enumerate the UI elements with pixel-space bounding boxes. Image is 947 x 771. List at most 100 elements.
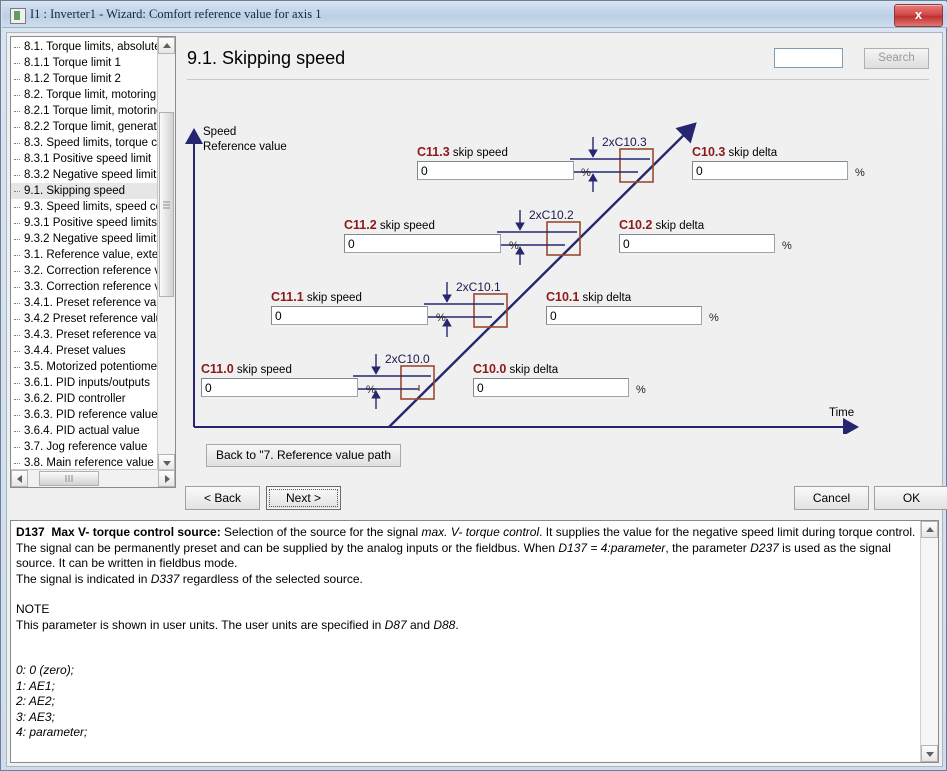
label-c11-0: C11.0 skip speed: [201, 362, 361, 376]
back-button[interactable]: < Back: [185, 486, 260, 510]
help-vertical-scrollbar[interactable]: [920, 521, 938, 762]
help-text-panel[interactable]: D137 Max V- torque control source: Selec…: [10, 520, 939, 763]
cancel-button[interactable]: Cancel: [794, 486, 869, 510]
sidebar-item-6[interactable]: 8.3. Speed limits, torque con: [11, 135, 159, 151]
back-to-reference-path-button[interactable]: Back to "7. Reference value path: [206, 444, 402, 467]
input-c10-2-wrapper[interactable]: [619, 234, 775, 253]
field-group-c10-0: C10.0 skip delta: [473, 362, 653, 397]
sidebar-item-18[interactable]: 3.4.3. Preset reference value: [11, 327, 159, 343]
sidebar-item-7[interactable]: 8.3.1 Positive speed limit: [11, 151, 159, 167]
sidebar-item-label: 8.1.1 Torque limit 1: [24, 57, 121, 69]
annotation-2xc10-1: 2xC10.1: [456, 280, 501, 294]
sidebar-item-24[interactable]: 3.6.4. PID actual value: [11, 423, 159, 439]
sidebar-item-3[interactable]: 8.2. Torque limit, motoring / g: [11, 87, 159, 103]
sidebar-item-25[interactable]: 3.7. Jog reference value: [11, 439, 159, 455]
sidebar-item-16[interactable]: 3.4.1. Preset reference value: [11, 295, 159, 311]
annotation-2xc10-3: 2xC10.3: [602, 135, 647, 149]
sidebar-item-label: 3.1. Reference value, extern: [24, 249, 159, 261]
input-c11-3[interactable]: [418, 162, 573, 179]
input-c11-1[interactable]: [272, 307, 427, 324]
input-c11-1-wrapper[interactable]: [271, 306, 428, 325]
sidebar-item-2[interactable]: 8.1.2 Torque limit 2: [11, 71, 159, 87]
sidebar-item-label: 3.6.2. PID controller: [24, 393, 126, 405]
search-input[interactable]: [775, 49, 842, 67]
sidebar-item-15[interactable]: 3.3. Correction reference val: [11, 279, 159, 295]
param-text-c11-2: skip speed: [376, 220, 435, 232]
field-group-c10-1: C10.1 skip delta: [546, 290, 726, 325]
input-c11-2[interactable]: [345, 235, 500, 252]
input-c11-0-wrapper[interactable]: [201, 378, 358, 397]
help-note-header: NOTE: [16, 602, 50, 616]
help-spacer-2: [16, 633, 918, 648]
field-group-c10-3: C10.3 skip delta: [692, 145, 872, 180]
sidebar-item-8[interactable]: 8.3.2 Negative speed limit: [11, 167, 159, 183]
input-c10-0-wrapper[interactable]: [473, 378, 629, 397]
label-c10-2: C10.2 skip delta: [619, 218, 799, 232]
sidebar-item-label: 8.2.2 Torque limit, generating: [24, 121, 159, 133]
sidebar-item-9[interactable]: 9.1. Skipping speed: [11, 183, 159, 199]
input-c11-3-wrapper[interactable]: [417, 161, 574, 180]
wizard-navigation-bar: < Back Next > Cancel OK: [10, 480, 947, 518]
help-scroll-track[interactable]: [921, 538, 938, 745]
help-p2-i1: D137 = 4:parameter: [558, 540, 666, 555]
tree-scroll-thumb[interactable]: [159, 112, 174, 297]
sidebar-item-11[interactable]: 9.3.1 Positive speed limits: [11, 215, 159, 231]
sidebar-item-5[interactable]: 8.2.2 Torque limit, generating: [11, 119, 159, 135]
sidebar-item-12[interactable]: 9.3.2 Negative speed limits: [11, 231, 159, 247]
sidebar-item-19[interactable]: 3.4.4. Preset values: [11, 343, 159, 359]
help-scroll-down-icon[interactable]: [921, 745, 938, 762]
sidebar-item-label: 8.3.2 Negative speed limit: [24, 169, 157, 181]
input-c10-2[interactable]: [620, 235, 774, 252]
sidebar-item-22[interactable]: 3.6.2. PID controller: [11, 391, 159, 407]
input-c10-3[interactable]: [693, 162, 847, 179]
unit-c11-0: %: [366, 384, 376, 396]
help-note-b: and: [406, 617, 434, 632]
search-input-wrapper[interactable]: [774, 48, 843, 68]
sidebar-item-13[interactable]: 3.1. Reference value, extern: [11, 247, 159, 263]
search-button[interactable]: Search: [864, 48, 929, 69]
param-text-c10-1: skip delta: [579, 292, 632, 304]
help-option-1: 1: AE1;: [16, 678, 55, 693]
sidebar-item-21[interactable]: 3.6.1. PID inputs/outputs: [11, 375, 159, 391]
sidebar-item-20[interactable]: 3.5. Motorized potentiometer: [11, 359, 159, 375]
sidebar-item-14[interactable]: 3.2. Correction reference val: [11, 263, 159, 279]
sidebar-item-label: 8.2.1 Torque limit, motoring: [24, 105, 159, 117]
dialog-client: 8.1. Torque limits, absolute 8.1.1 Torque…: [6, 32, 947, 767]
help-spacer-3: [16, 648, 918, 663]
next-button[interactable]: Next >: [266, 486, 341, 510]
label-c11-1: C11.1 skip speed: [271, 290, 431, 304]
scroll-grip-icon: [163, 201, 170, 208]
help-note-i2: D88: [433, 617, 456, 632]
close-icon[interactable]: x: [894, 4, 943, 27]
sidebar-item-10[interactable]: 9.3. Speed limits, speed con: [11, 199, 159, 215]
sidebar-item-4[interactable]: 8.2.1 Torque limit, motoring: [11, 103, 159, 119]
input-c10-0[interactable]: [474, 379, 628, 396]
navigation-tree[interactable]: 8.1. Torque limits, absolute 8.1.1 Torque…: [10, 36, 176, 488]
help-p3-a: The signal is indicated in: [16, 571, 151, 586]
help-spacer-5: [16, 756, 918, 763]
input-c11-0[interactable]: [202, 379, 357, 396]
input-c10-3-wrapper[interactable]: [692, 161, 848, 180]
help-param-code: D137: [16, 525, 45, 539]
param-code-c10-3: C10.3: [692, 145, 726, 159]
help-note-i1: D87: [384, 617, 407, 632]
param-text-c11-3: skip speed: [449, 147, 508, 159]
sidebar-item-label: 3.4.4. Preset values: [24, 345, 126, 357]
scroll-up-icon[interactable]: [158, 37, 175, 54]
sidebar-item-0[interactable]: 8.1. Torque limits, absolute: [11, 39, 159, 55]
wizard-window: I1 : Inverter1 - Wizard: Comfort referen…: [0, 0, 947, 771]
sidebar-item-23[interactable]: 3.6.3. PID reference value, e: [11, 407, 159, 423]
input-c10-1[interactable]: [547, 307, 701, 324]
help-scroll-up-icon[interactable]: [921, 521, 938, 538]
sidebar-item-1[interactable]: 8.1.1 Torque limit 1: [11, 55, 159, 71]
sidebar-item-17[interactable]: 3.4.2 Preset reference value: [11, 311, 159, 327]
annotation-2xc10-2: 2xC10.2: [529, 208, 574, 222]
input-c11-2-wrapper[interactable]: [344, 234, 501, 253]
help-option-2: 2: AE2;: [16, 694, 55, 708]
help-p2-a: The signal can be permanently preset and…: [16, 540, 559, 555]
label-c11-3: C11.3 skip speed: [417, 145, 577, 159]
tree-vertical-scrollbar[interactable]: [157, 37, 175, 471]
input-c10-1-wrapper[interactable]: [546, 306, 702, 325]
ok-button[interactable]: OK: [874, 486, 947, 510]
help-spacer-1: [16, 587, 918, 602]
